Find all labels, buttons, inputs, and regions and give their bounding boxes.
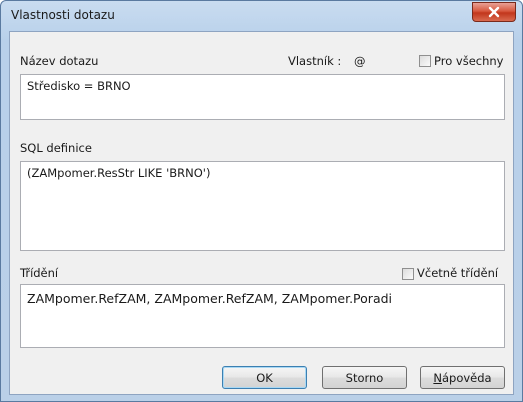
sort-field[interactable]: ZAMpomer.RefZAM, ZAMpomer.RefZAM, ZAMpom… <box>20 284 505 348</box>
dialog-content: Název dotazu Vlastník : @ Pro všechny St… <box>9 31 514 395</box>
close-icon <box>488 6 500 18</box>
window-title: Vlastnosti dotazu <box>11 8 115 22</box>
cancel-button[interactable]: Storno <box>322 366 407 389</box>
sql-definition-label: SQL definice <box>20 141 92 155</box>
ok-button[interactable]: OK <box>222 366 307 389</box>
title-bar[interactable]: Vlastnosti dotazu <box>1 1 522 31</box>
close-button[interactable] <box>472 2 516 22</box>
owner-value: @ <box>354 54 366 68</box>
include-sort-label[interactable]: Včetně třídění <box>417 266 498 280</box>
for-all-checkbox[interactable] <box>419 55 431 67</box>
help-button[interactable]: Nápověda <box>420 366 505 389</box>
sort-label: Třídění <box>20 266 59 280</box>
owner-label: Vlastník : <box>288 54 342 68</box>
query-name-field[interactable]: Středisko = BRNO <box>20 74 505 120</box>
for-all-label[interactable]: Pro všechny <box>434 54 503 68</box>
sql-definition-field[interactable]: (ZAMpomer.ResStr LIKE 'BRNO') <box>20 161 505 251</box>
query-name-label: Název dotazu <box>20 54 99 68</box>
dialog-window: Vlastnosti dotazu Název dotazu Vlastník … <box>0 0 523 402</box>
include-sort-checkbox[interactable] <box>402 268 414 280</box>
